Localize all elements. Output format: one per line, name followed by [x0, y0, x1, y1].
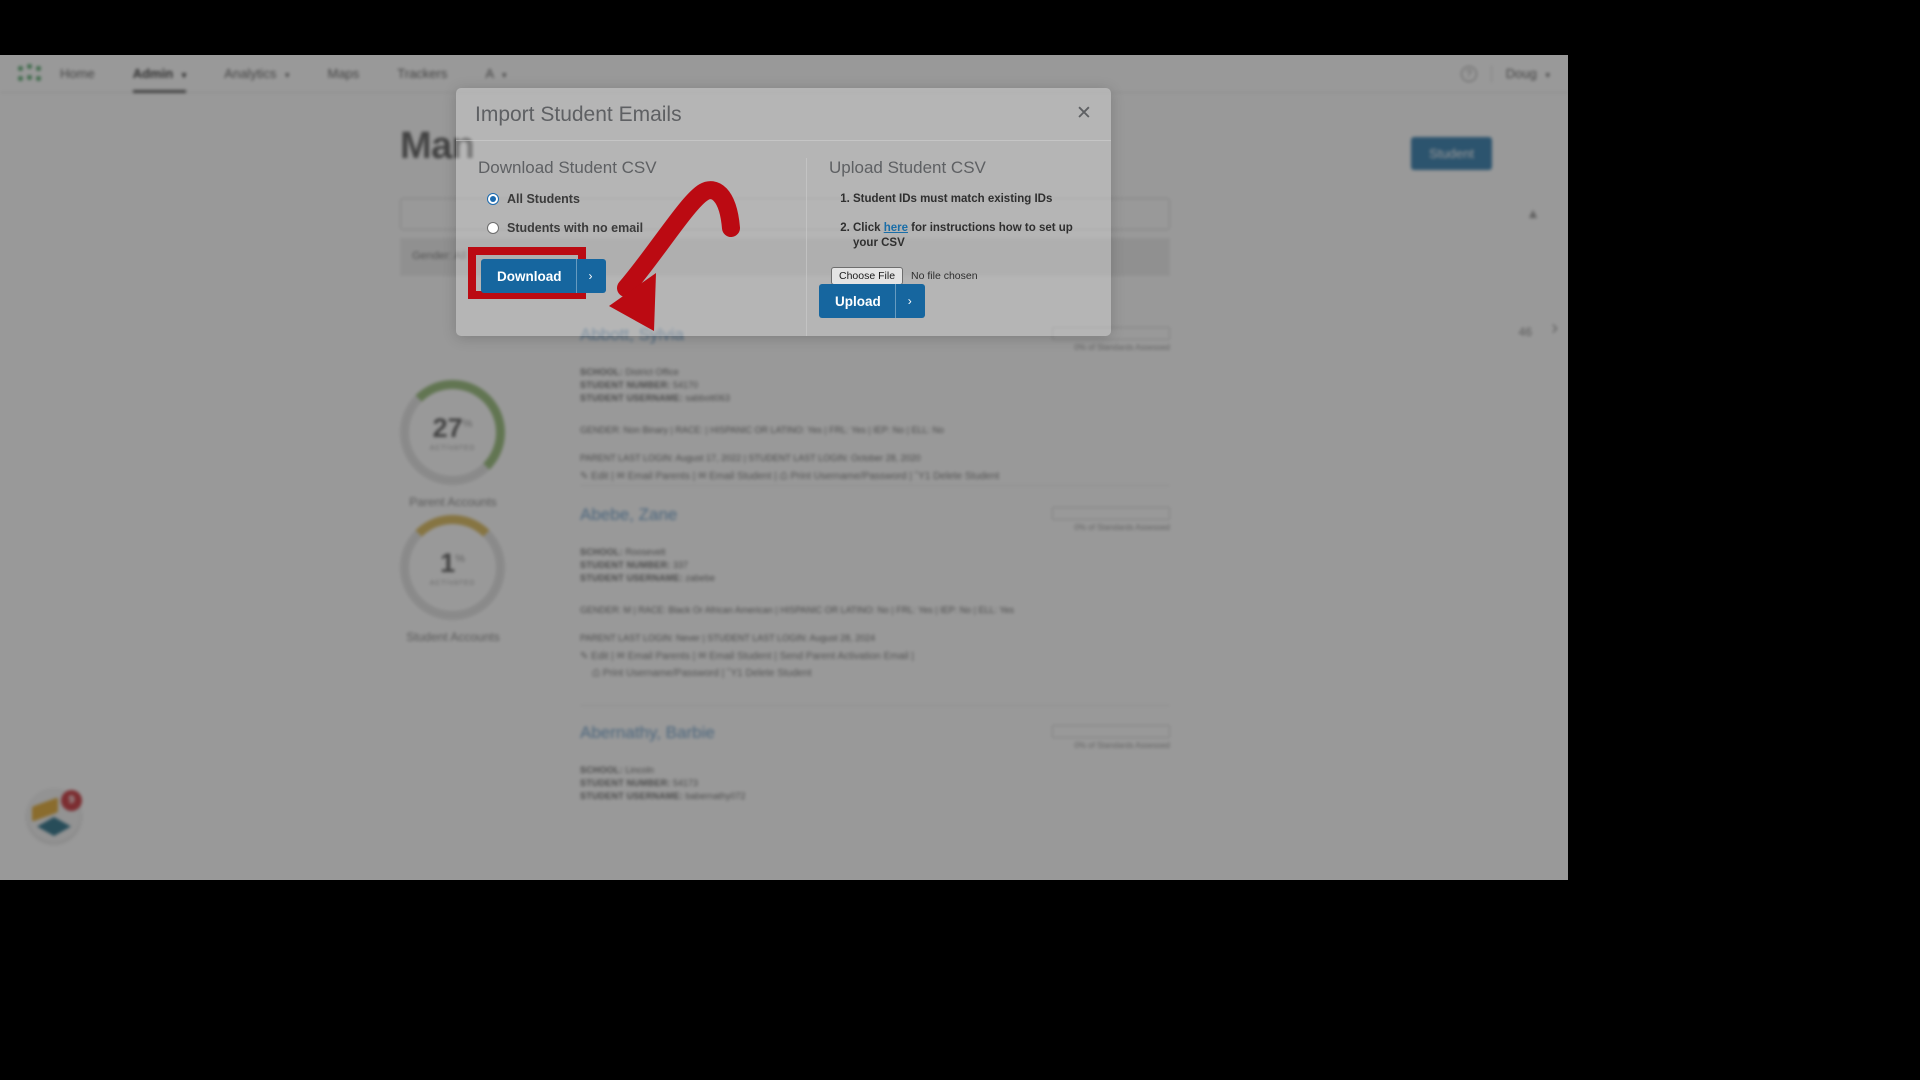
- dialog-title: Import Student Emails: [475, 103, 682, 126]
- radio-indicator-icon: [487, 222, 499, 234]
- dialog-header: Import Student Emails ✕: [456, 88, 1111, 141]
- upload-instructions-list: Student IDs must match existing IDs Clic…: [853, 192, 1089, 252]
- list-item: Click here for instructions how to set u…: [853, 221, 1089, 252]
- choose-file-button[interactable]: Choose File: [831, 266, 904, 285]
- download-section: Download Student CSV All Students Studen…: [456, 158, 806, 336]
- download-button[interactable]: Download ›: [481, 259, 606, 293]
- upload-button-label: Upload: [835, 293, 881, 309]
- radio-students-with-no-email[interactable]: Students with no email: [487, 221, 784, 235]
- upload-button[interactable]: Upload ›: [819, 284, 925, 318]
- download-button-label: Download: [497, 268, 562, 284]
- radio-all-students[interactable]: All Students: [487, 192, 784, 206]
- upload-section-heading: Upload Student CSV: [829, 158, 986, 177]
- csv-instructions-link[interactable]: here: [884, 222, 908, 234]
- chevron-right-icon: ›: [894, 284, 925, 318]
- close-x-icon[interactable]: ✕: [1074, 104, 1094, 124]
- download-section-heading: Download Student CSV: [478, 158, 657, 177]
- radio-indicator-icon: [487, 193, 499, 205]
- radio-students-with-no-email-label: Students with no email: [507, 221, 644, 235]
- no-file-chosen-label: No file chosen: [911, 269, 978, 282]
- list-item: Student IDs must match existing IDs: [853, 192, 1089, 208]
- file-picker[interactable]: Choose File No file chosen: [831, 266, 978, 285]
- app-viewport: Home Admin ▾ Analytics ▾ Maps Trackers A…: [0, 55, 1568, 880]
- instruction-text: Click: [853, 221, 884, 234]
- dialog-body: Download Student CSV All Students Studen…: [456, 141, 1111, 336]
- chevron-right-icon: ›: [575, 259, 606, 293]
- import-student-emails-dialog: Import Student Emails ✕ Download Student…: [456, 88, 1111, 336]
- radio-all-students-label: All Students: [507, 192, 580, 206]
- instruction-text: Student IDs must match existing IDs: [853, 193, 1053, 205]
